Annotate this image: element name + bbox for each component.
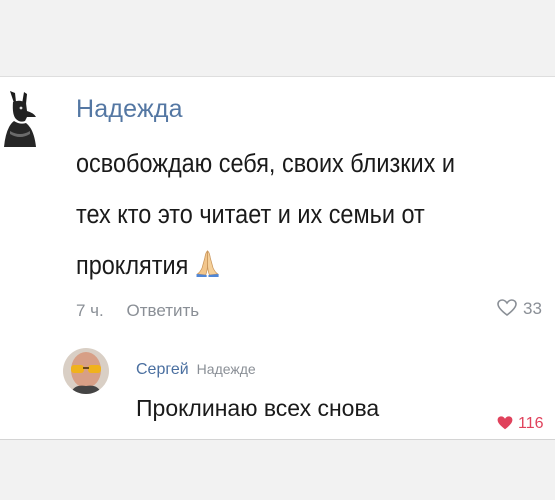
reply-author[interactable]: Сергей [136, 361, 189, 378]
reply-button[interactable]: Ответить [127, 301, 200, 320]
comment-time: 7 ч. [76, 301, 104, 320]
like-button[interactable]: 33 [497, 299, 542, 319]
heart-outline-icon [497, 299, 517, 317]
reply-like-count: 116 [518, 415, 544, 432]
comment-text-line: тех кто это читает и их семьи от [76, 201, 425, 229]
reply-to[interactable]: Надежде [197, 361, 256, 377]
reply-header: Сергей Надежде [136, 361, 256, 379]
bald-man-sunglasses-avatar-icon [63, 348, 109, 394]
heart-filled-icon [497, 416, 513, 430]
reply-like-button[interactable]: 116 [497, 415, 544, 433]
comment-text-line-words: проклятия [76, 252, 189, 280]
reply-text: Проклинаю всех снова [136, 395, 380, 421]
comment-text-line: освобождаю себя, своих близких и [76, 150, 455, 178]
comment-text-line: проклятия [76, 241, 554, 296]
comment-thread: Надежда освобождаю себя, своих близких и… [0, 76, 555, 440]
comment-author[interactable]: Надежда [76, 95, 183, 124]
comment-meta: 7 ч. Ответить [76, 301, 199, 321]
like-count: 33 [523, 299, 542, 318]
anubis-avatar-icon [4, 91, 37, 147]
avatar[interactable] [63, 348, 109, 394]
comment-text: освобождаю себя, своих близких и тех кто… [76, 139, 554, 296]
praying-hands-icon [194, 245, 222, 296]
avatar[interactable] [0, 87, 40, 147]
